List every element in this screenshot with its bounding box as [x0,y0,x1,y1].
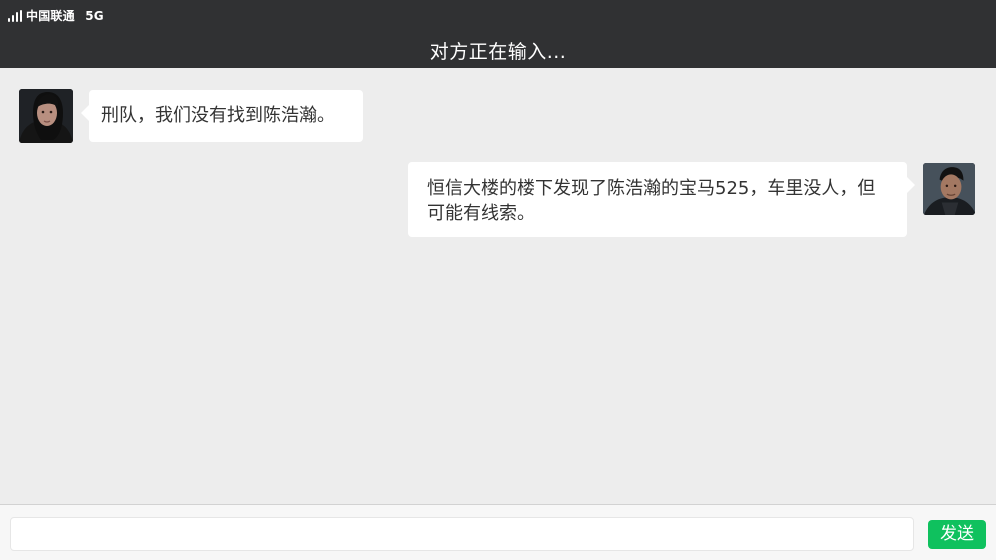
status-bar: 中国联通 5G [0,0,996,34]
carrier-name: 中国联通 [26,9,75,23]
chat-screen: 中国联通 5G 对方正在输入... 刑队，我们没有找到陈浩瀚。 恒信大楼的楼下发… [0,0,996,560]
carrier-status: 中国联通 5G [26,8,104,24]
chat-header: 对方正在输入... [0,34,996,68]
page-title: 对方正在输入... [429,41,567,63]
message-text: 刑队，我们没有找到陈浩瀚。 [101,105,335,126]
female-avatar-icon[interactable] [19,89,73,143]
network-type: 5G [85,9,104,23]
signal-icon [8,10,24,22]
message-text: 恒信大楼的楼下发现了陈浩瀚的宝马525，车里没人，但可能有线索。 [427,178,876,224]
send-button[interactable]: 发送 [928,520,986,549]
message-input[interactable] [10,517,914,551]
male-avatar-icon[interactable] [923,163,975,215]
message-list: 刑队，我们没有找到陈浩瀚。 恒信大楼的楼下发现了陈浩瀚的宝马525，车里没人，但… [0,68,996,504]
incoming-message-bubble[interactable]: 刑队，我们没有找到陈浩瀚。 [81,90,363,142]
message-composer: 发送 [0,504,996,560]
outgoing-message-bubble[interactable]: 恒信大楼的楼下发现了陈浩瀚的宝马525，车里没人，但可能有线索。 [408,162,915,237]
